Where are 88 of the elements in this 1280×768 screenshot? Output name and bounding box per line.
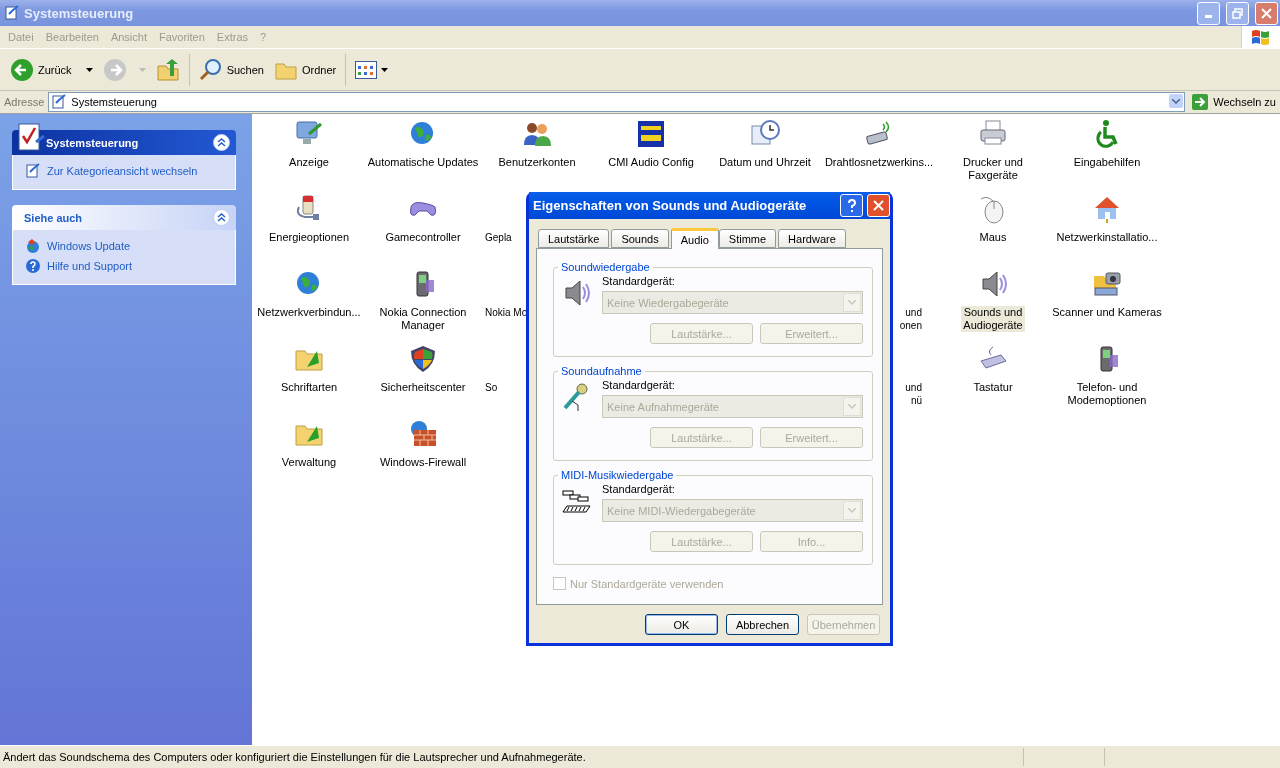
address-label: Adresse	[4, 96, 45, 108]
caret-icon	[85, 67, 93, 72]
close-button[interactable]	[867, 194, 890, 217]
task-pane-header[interactable]: Siehe auch	[12, 205, 236, 230]
status-text: Ändert das Soundschema des Computers oder konfiguriert die Einstellungen für die Lautsprecher und Aufnahmegeräte.	[2, 751, 587, 763]
caret-icon	[381, 67, 389, 72]
field-label: Standardgerät:	[602, 379, 676, 391]
caret-icon	[848, 300, 856, 305]
help-icon	[846, 198, 857, 213]
address-field[interactable]: Systemsteuerung	[48, 92, 1186, 112]
dialog-button[interactable]: OK	[645, 614, 718, 635]
control-panel-item[interactable]: Scanner und Kameras	[1050, 306, 1164, 319]
control-panel-item[interactable]: Drahtlosnetzwerkins...	[822, 156, 936, 169]
field-label: Standardgerät:	[602, 483, 676, 495]
task-link[interactable]: Zur Kategorieansicht wechseln	[25, 163, 225, 179]
caret-icon	[1172, 98, 1181, 104]
windows-flag-icon	[1251, 28, 1271, 46]
go-button[interactable]: Wechseln zu	[1189, 93, 1280, 111]
minimize-button[interactable]	[1197, 1, 1220, 25]
control-panel-item[interactable]: Drucker und Faxgeräte	[961, 156, 1025, 182]
caret-icon	[138, 67, 146, 72]
collapse-chevron-icon	[217, 138, 226, 147]
dialog-button[interactable]: Abbrechen	[726, 614, 799, 635]
window-title: Systemsteuerung	[24, 5, 135, 21]
control-panel-item[interactable]: Netzwerkinstallatio...	[1054, 231, 1160, 244]
caret-icon	[848, 508, 856, 513]
tile-icon	[635, 118, 667, 150]
control-panel-item[interactable]: Automatische Updates	[365, 156, 481, 169]
collapse-button[interactable]	[213, 209, 230, 226]
control-panel-item[interactable]: Sicherheitscenter	[378, 381, 468, 394]
control-panel-item[interactable]: Telefon- und Modemoptionen	[1065, 381, 1149, 407]
group-title: Soundaufnahme	[560, 365, 643, 377]
tab[interactable]: Hardware	[778, 229, 846, 248]
control-panel-item[interactable]: Tastatur	[971, 381, 1015, 394]
control-panel-item[interactable]: Gepla	[483, 231, 514, 244]
control-panel-item[interactable]: Datum und Uhrzeit	[717, 156, 813, 169]
collapse-button[interactable]	[213, 134, 230, 151]
task-link[interactable]: Hilfe und Support	[25, 258, 225, 274]
close-icon	[1261, 7, 1272, 19]
control-panel-item[interactable]: Maus	[977, 231, 1009, 244]
caret-icon	[848, 404, 856, 409]
tab[interactable]: Stimme	[718, 229, 777, 248]
control-panel-icon	[4, 5, 20, 21]
help-button[interactable]	[840, 194, 863, 217]
dialog-title: Eigenschaften von Sounds und Audiogeräte	[533, 198, 808, 213]
control-panel-item[interactable]: Benutzerkonten	[496, 156, 578, 169]
control-panel-item[interactable]: Nokia Connection Manager	[377, 306, 469, 332]
task-pane-title: Siehe auch	[24, 211, 84, 224]
task-link[interactable]: Windows Update	[25, 238, 225, 254]
maximize-button[interactable]	[1226, 1, 1249, 25]
control-panel-item[interactable]: Schriftarten	[278, 381, 340, 394]
control-panel-item[interactable]: Anzeige	[287, 156, 331, 169]
control-panel-item[interactable]: Energieoptionen	[266, 231, 352, 244]
control-panel-item[interactable]: und onen	[897, 306, 924, 332]
group-title: Soundwiedergabe	[560, 261, 651, 273]
folders-button[interactable]: Ordner	[269, 55, 341, 84]
back-button[interactable]: Zurück	[6, 55, 97, 84]
control-panel-item[interactable]: Eingabehilfen	[1071, 156, 1143, 169]
task-pane-header[interactable]: Systemsteuerung	[12, 130, 236, 155]
control-panel-item[interactable]: Gamecontroller	[383, 231, 463, 244]
control-panel-item[interactable]: Netzwerkverbindun...	[255, 306, 363, 319]
control-panel-item[interactable]: CMI Audio Config	[606, 156, 696, 169]
control-panel-item[interactable]: und nü	[903, 381, 924, 407]
view-grid-icon	[355, 60, 378, 79]
globe-icon	[25, 238, 41, 254]
close-button[interactable]	[1255, 1, 1278, 25]
control-panel-icon	[25, 163, 41, 179]
restore-icon	[1232, 7, 1243, 19]
control-panel-icon	[51, 94, 68, 110]
control-panel-item[interactable]: Sounds und Audiogeräte	[961, 306, 1025, 332]
task-pane-title: Systemsteuerung	[45, 136, 140, 149]
close-icon	[873, 200, 884, 211]
folder-up-icon	[155, 57, 180, 82]
group-title: MIDI-Musikwiedergabe	[560, 469, 675, 481]
tab[interactable]: Lautstärke	[538, 229, 610, 248]
dropdown-button[interactable]	[1169, 94, 1184, 108]
control-panel-item[interactable]: Windows-Firewall	[377, 456, 469, 469]
tab[interactable]: Sounds	[611, 229, 669, 248]
search-icon	[198, 57, 223, 82]
field-label: Standardgerät:	[602, 275, 676, 287]
checklist-icon	[16, 122, 46, 152]
control-panel-item[interactable]: So	[483, 381, 500, 394]
tab[interactable]: Audio	[670, 228, 719, 249]
minimize-icon	[1205, 15, 1212, 18]
control-panel-item[interactable]: Verwaltung	[279, 456, 339, 469]
collapse-chevron-icon	[217, 213, 226, 222]
help-icon	[25, 258, 41, 274]
search-button[interactable]: Suchen	[194, 55, 268, 84]
